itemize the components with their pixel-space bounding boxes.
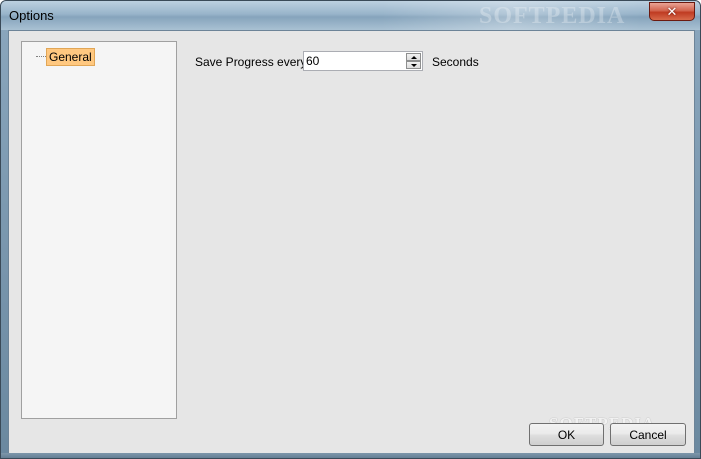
save-progress-input[interactable]: [306, 53, 402, 69]
options-window: Options SOFTPEDIA ✕ General Save Progres…: [0, 0, 701, 459]
category-tree[interactable]: General: [21, 41, 177, 419]
watermark-logo-top: SOFTPEDIA: [479, 3, 626, 29]
tree-connector-line: [36, 56, 46, 57]
close-icon: ✕: [666, 4, 678, 19]
options-client-area: General Save Progress every Seconds SOFT…: [8, 30, 695, 454]
window-title: Options: [9, 8, 54, 23]
seconds-unit-label: Seconds: [432, 55, 479, 69]
cancel-button[interactable]: Cancel: [610, 423, 686, 446]
window-bottom-border: [1, 453, 700, 458]
save-progress-stepper[interactable]: [303, 51, 423, 71]
tree-item-general[interactable]: General: [46, 48, 95, 66]
spin-up-button[interactable]: [406, 53, 421, 61]
spin-down-button[interactable]: [406, 61, 421, 69]
save-progress-label: Save Progress every: [195, 55, 307, 69]
triangle-up-icon: [410, 55, 417, 59]
triangle-down-icon: [410, 63, 417, 67]
close-button[interactable]: ✕: [649, 2, 695, 21]
title-bar[interactable]: Options SOFTPEDIA ✕: [1, 1, 700, 30]
ok-button[interactable]: OK: [529, 423, 604, 446]
